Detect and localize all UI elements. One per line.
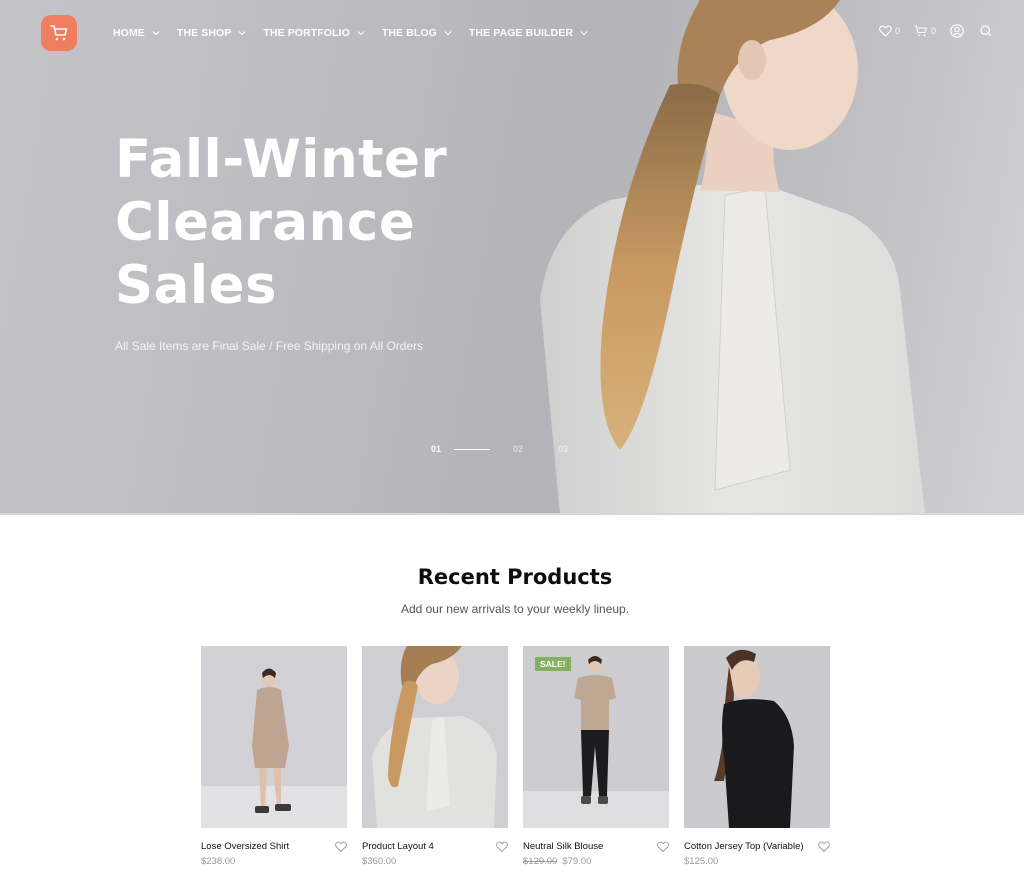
product-meta: Product Layout 4 $360.00 (362, 841, 508, 869)
heart-icon[interactable] (657, 841, 669, 853)
hero-title-line: Fall-Winter (115, 129, 448, 190)
product-price: $360.00 (362, 856, 508, 867)
user-icon (950, 24, 964, 38)
nav-the-portfolio[interactable]: THE PORTFOLIO (263, 26, 365, 40)
product-name[interactable]: Neutral Silk Blouse (523, 841, 669, 852)
product-meta: Cotton Jersey Top (Variable) $125.00 (684, 841, 830, 869)
hero-title-line: Clearance (115, 192, 416, 253)
slide-03[interactable]: 03 (558, 444, 568, 454)
nav-home[interactable]: HOME (113, 26, 160, 40)
cart-button[interactable]: 0 (914, 25, 936, 37)
product-card: SALE! Neutral Silk Blouse $129.00 $79.00 (523, 646, 669, 869)
product-price: $238.00 (201, 856, 347, 867)
heart-icon[interactable] (496, 841, 508, 853)
chevron-down-icon (444, 29, 452, 37)
slide-02[interactable]: 02 (513, 444, 523, 454)
nav-label: THE BLOG (381, 27, 437, 39)
product-image[interactable]: SALE! (523, 646, 669, 828)
cart-icon (914, 25, 928, 37)
hero-title-line: Sales (115, 255, 278, 316)
product-image[interactable] (362, 646, 508, 828)
nav-label: HOME (113, 27, 145, 39)
hero-title: Fall-Winter Clearance Sales (115, 128, 515, 317)
nav-label: THE PORTFOLIO (263, 27, 350, 39)
nav-the-page-builder[interactable]: THE PAGE BUILDER (469, 26, 588, 40)
product-grid: Lose Oversized Shirt $238.00 Product Lay… (201, 646, 830, 869)
price-current: $79.00 (562, 856, 592, 867)
heart-icon[interactable] (335, 841, 347, 853)
product-image[interactable] (201, 646, 347, 828)
hero-model-image (540, 0, 925, 515)
wishlist-count: 0 (894, 26, 900, 36)
slide-01[interactable]: 01 (431, 444, 441, 454)
logo[interactable] (41, 15, 77, 51)
product-image[interactable] (684, 646, 830, 828)
heart-icon (879, 25, 892, 37)
section-title: Recent Products (417, 565, 613, 589)
search-button[interactable] (980, 25, 992, 37)
shopping-cart-icon (50, 25, 68, 41)
product-price: $129.00 $79.00 (523, 856, 669, 867)
product-price: $125.00 (684, 856, 830, 867)
price-original: $129.00 (523, 856, 558, 867)
wishlist-button[interactable]: 0 (879, 25, 900, 37)
price-current: $125.00 (684, 856, 719, 867)
heart-icon[interactable] (818, 841, 830, 853)
active-slide-indicator (454, 448, 491, 450)
chevron-down-icon (357, 29, 365, 37)
hero-subtitle: All Sale Items are Final Sale / Free Shi… (115, 339, 424, 353)
nav-the-blog[interactable]: THE BLOG (382, 26, 452, 40)
product-name[interactable]: Product Layout 4 (362, 841, 508, 852)
chevron-down-icon (238, 29, 246, 37)
price-current: $238.00 (201, 856, 236, 867)
product-card: Lose Oversized Shirt $238.00 (201, 646, 347, 869)
hero-slider: HOME THE SHOP THE PORTFOLIO THE BLOG THE… (0, 0, 1024, 515)
search-icon (980, 25, 992, 37)
product-name[interactable]: Lose Oversized Shirt (201, 841, 347, 852)
sale-badge: SALE! (535, 657, 571, 671)
price-current: $360.00 (362, 856, 397, 867)
nav-label: THE SHOP (176, 27, 232, 39)
section-subtitle: Add our new arrivals to your weekly line… (400, 602, 630, 616)
product-card: Product Layout 4 $360.00 (362, 646, 508, 869)
product-card: Cotton Jersey Top (Variable) $125.00 (684, 646, 830, 869)
chevron-down-icon (580, 29, 588, 37)
product-meta: Neutral Silk Blouse $129.00 $79.00 (523, 841, 669, 869)
header-actions: 0 0 (865, 24, 992, 38)
chevron-down-icon (152, 29, 160, 37)
product-meta: Lose Oversized Shirt $238.00 (201, 841, 347, 869)
nav-label: THE PAGE BUILDER (468, 27, 573, 39)
nav-the-shop[interactable]: THE SHOP (177, 26, 246, 40)
slider-pagination: 01 02 03 (431, 444, 568, 454)
product-name[interactable]: Cotton Jersey Top (Variable) (684, 841, 830, 852)
hero-divider (0, 513, 1024, 515)
account-button[interactable] (950, 24, 964, 38)
cart-count: 0 (930, 26, 936, 36)
main-nav: HOME THE SHOP THE PORTFOLIO THE BLOG THE… (113, 26, 605, 40)
